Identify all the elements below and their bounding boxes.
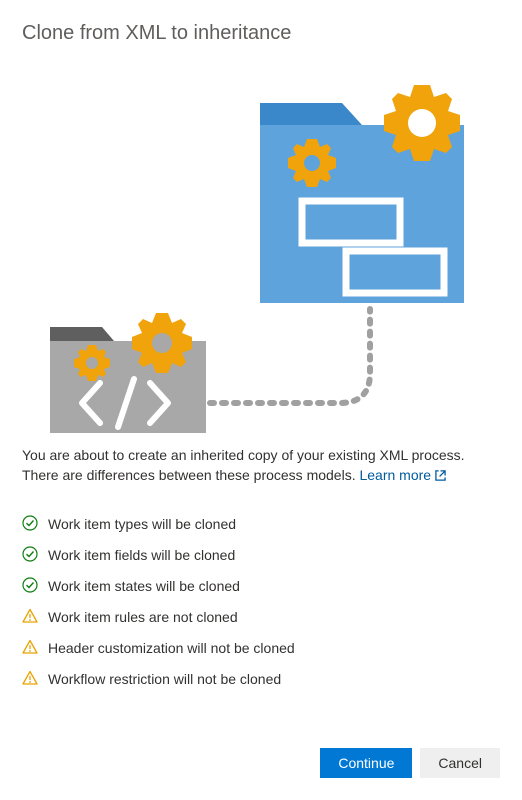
success-icon [22, 515, 38, 534]
list-item: Header customization will not be cloned [22, 633, 500, 664]
external-link-icon [435, 466, 446, 486]
checklist: Work item types will be cloned Work item… [22, 509, 500, 695]
list-item-text: Work item rules are not cloned [48, 609, 238, 625]
cancel-button[interactable]: Cancel [420, 748, 500, 778]
list-item-text: Work item fields will be cloned [48, 547, 235, 563]
list-item-text: Workflow restriction will not be cloned [48, 671, 281, 687]
list-item: Work item states will be cloned [22, 571, 500, 602]
dialog-title: Clone from XML to inheritance [22, 22, 500, 45]
list-item: Work item rules are not cloned [22, 602, 500, 633]
clone-illustration [22, 63, 500, 433]
list-item-text: Work item states will be cloned [48, 578, 240, 594]
continue-button[interactable]: Continue [320, 748, 412, 778]
warning-icon [22, 639, 38, 658]
success-icon [22, 546, 38, 565]
warning-icon [22, 608, 38, 627]
list-item-text: Header customization will not be cloned [48, 640, 295, 656]
list-item: Work item types will be cloned [22, 509, 500, 540]
success-icon [22, 577, 38, 596]
dialog-actions: Continue Cancel [320, 748, 500, 778]
description-text: You are about to create an inherited cop… [22, 445, 500, 487]
list-item-text: Work item types will be cloned [48, 516, 236, 532]
warning-icon [22, 670, 38, 689]
list-item: Work item fields will be cloned [22, 540, 500, 571]
list-item: Workflow restriction will not be cloned [22, 664, 500, 695]
learn-more-link[interactable]: Learn more [359, 467, 446, 483]
